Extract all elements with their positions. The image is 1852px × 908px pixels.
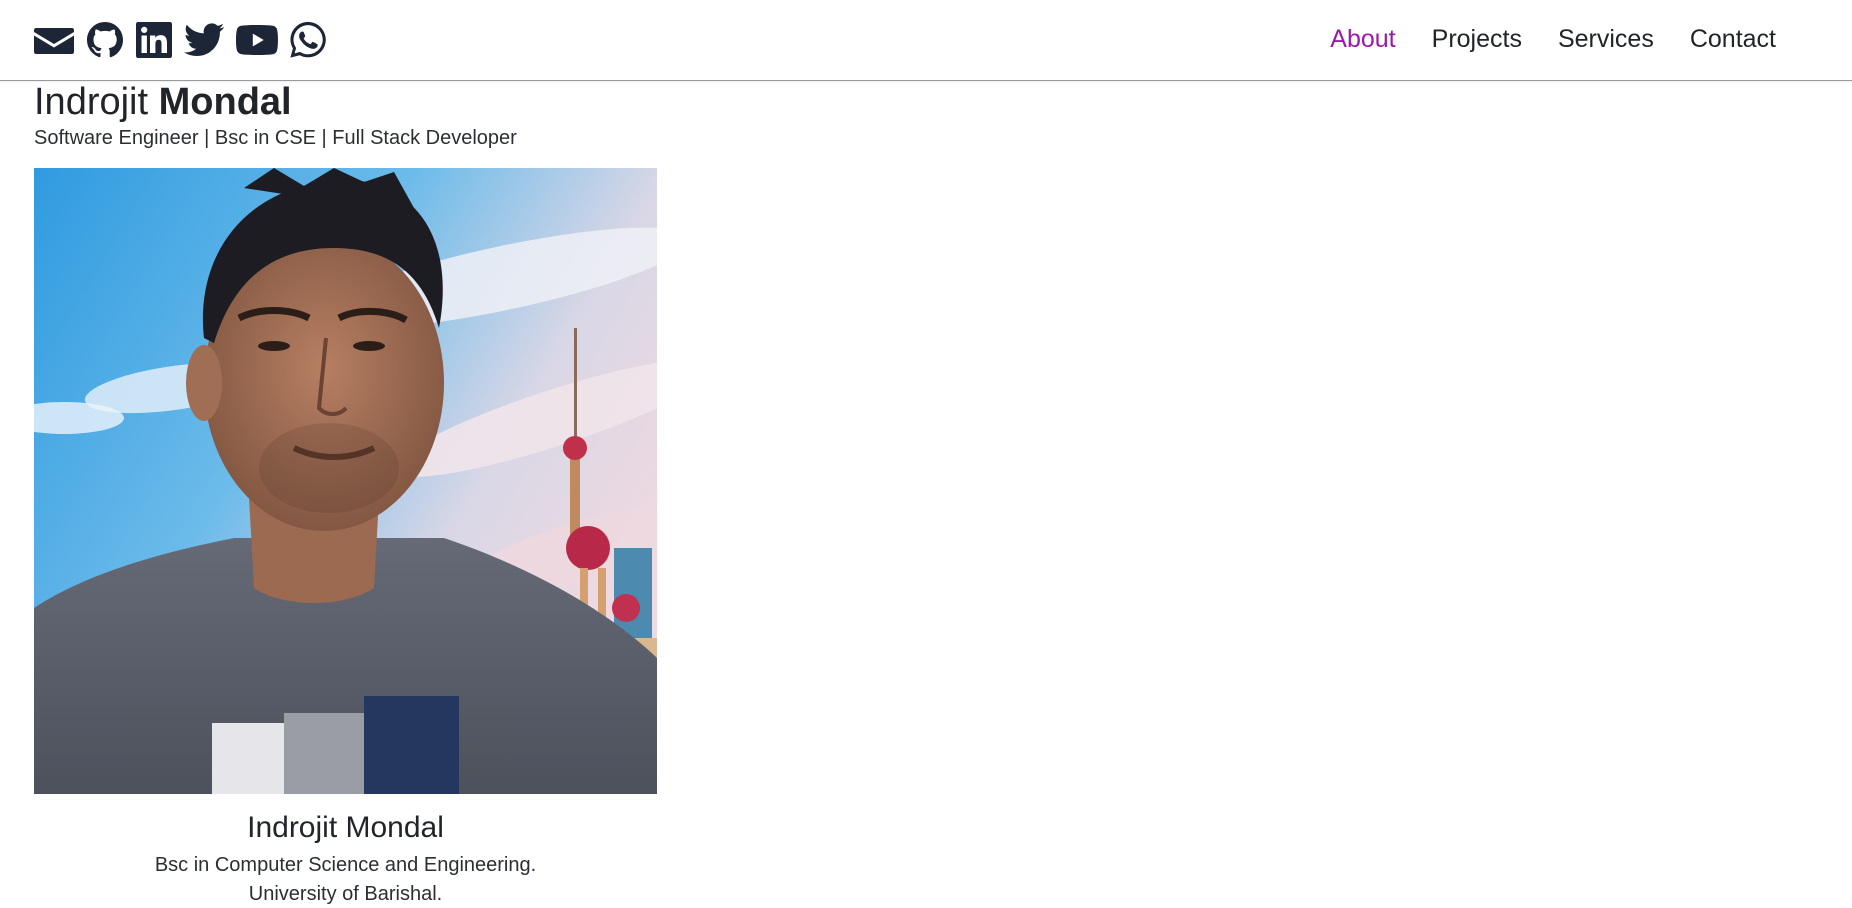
social-links	[34, 21, 338, 59]
github-icon	[87, 22, 123, 58]
profile-name: Indrojit Mondal	[247, 811, 444, 844]
page-subtitle: Software Engineer | Bsc in CSE | Full St…	[34, 127, 517, 149]
email-link[interactable]	[34, 21, 74, 59]
nav-projects[interactable]: Projects	[1432, 22, 1522, 56]
linkedin-link[interactable]	[136, 21, 172, 59]
page-title: Indrojit Mondal	[34, 78, 292, 126]
twitter-link[interactable]	[184, 21, 224, 59]
linkedin-icon	[136, 22, 172, 58]
github-link[interactable]	[86, 21, 124, 59]
nav-contact[interactable]: Contact	[1690, 22, 1776, 56]
envelope-icon	[34, 28, 74, 54]
last-name: Mondal	[158, 81, 292, 123]
profile-photo	[34, 168, 657, 794]
top-navbar: About Projects Services Contact	[0, 0, 1852, 81]
main-nav: About Projects Services Contact	[1330, 22, 1776, 56]
nav-about[interactable]: About	[1330, 22, 1395, 56]
youtube-link[interactable]	[236, 21, 278, 59]
nav-services[interactable]: Services	[1558, 22, 1654, 56]
whatsapp-icon	[290, 21, 326, 58]
first-name: Indrojit	[34, 81, 149, 123]
profile-university: University of Barishal.	[248, 883, 443, 905]
profile-degree: Bsc in Computer Science and Engineering.	[154, 854, 537, 876]
twitter-icon	[184, 23, 224, 56]
youtube-icon	[236, 25, 278, 55]
whatsapp-link[interactable]	[290, 21, 326, 59]
